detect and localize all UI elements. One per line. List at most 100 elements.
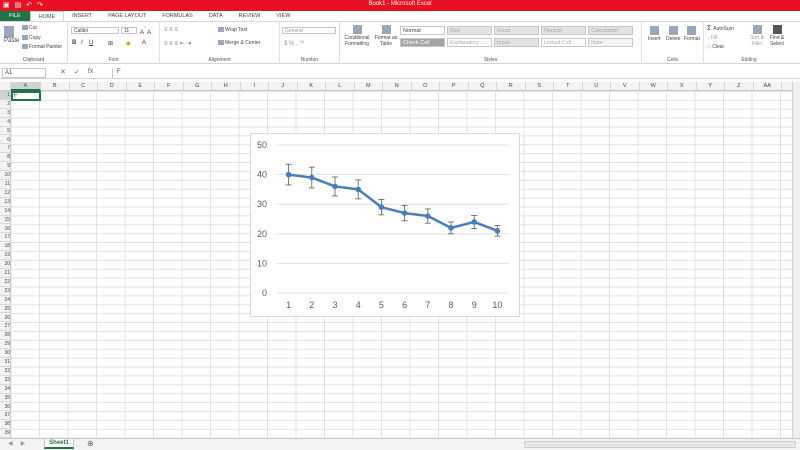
- row-header[interactable]: 10: [0, 171, 11, 180]
- tab-page-layout[interactable]: PAGE LAYOUT: [100, 11, 154, 21]
- paste-button[interactable]: Paste: [4, 26, 19, 44]
- style-explanatory[interactable]: Explanatory ...: [447, 38, 492, 47]
- row-header[interactable]: 17: [0, 233, 11, 243]
- font-size-select[interactable]: 11: [121, 27, 137, 34]
- column-header[interactable]: Y: [697, 82, 725, 91]
- copy-button[interactable]: Copy: [22, 35, 41, 41]
- row-header[interactable]: 24: [0, 296, 11, 305]
- wrap-text-button[interactable]: Wrap Text: [218, 27, 247, 33]
- style-normal[interactable]: Normal: [400, 26, 445, 35]
- style-neutral[interactable]: Neutral: [541, 26, 586, 35]
- column-header[interactable]: M: [355, 82, 383, 91]
- align-left-icon[interactable]: ≡ ≡ ≡ ⇤ ⇥: [164, 40, 191, 47]
- tab-file[interactable]: FILE: [0, 11, 30, 21]
- row-header[interactable]: 37: [0, 411, 11, 421]
- style-good[interactable]: Good: [494, 26, 539, 35]
- column-header[interactable]: Z: [725, 82, 754, 91]
- column-header[interactable]: J: [269, 82, 298, 91]
- delete-cells-button[interactable]: Delete: [666, 26, 680, 42]
- row-header[interactable]: 5: [0, 127, 11, 136]
- insert-function-icon[interactable]: fx: [88, 68, 93, 76]
- format-painter-button[interactable]: Format Painter: [22, 44, 62, 50]
- bold-button[interactable]: B: [72, 40, 76, 46]
- row-header[interactable]: 8: [0, 153, 11, 163]
- column-header[interactable]: W: [640, 82, 668, 91]
- cut-button[interactable]: Cut: [22, 25, 37, 31]
- row-header[interactable]: 38: [0, 420, 11, 430]
- row-header[interactable]: 29: [0, 340, 11, 350]
- cancel-icon[interactable]: ✕: [60, 68, 66, 76]
- row-header[interactable]: 26: [0, 314, 11, 323]
- select-all-corner[interactable]: [0, 82, 11, 91]
- add-sheet-icon[interactable]: ⊕: [87, 439, 94, 449]
- row-header[interactable]: 19: [0, 251, 11, 261]
- row-header[interactable]: 11: [0, 180, 11, 189]
- column-header[interactable]: C: [70, 82, 98, 91]
- row-header[interactable]: 16: [0, 225, 11, 234]
- row-header[interactable]: 22: [0, 278, 11, 287]
- align-top-icon[interactable]: ≡ ≡ ≡: [164, 27, 178, 33]
- tab-formulas[interactable]: FORMULAS: [154, 11, 201, 21]
- font-name-select[interactable]: Calibri: [71, 27, 119, 34]
- style-calculation[interactable]: Calculation: [588, 26, 633, 35]
- active-cell[interactable]: F: [11, 91, 41, 101]
- row-header[interactable]: 12: [0, 189, 11, 198]
- column-header[interactable]: G: [184, 82, 212, 91]
- column-header[interactable]: Q: [469, 82, 497, 91]
- fill-color-icon[interactable]: ◆: [126, 40, 131, 47]
- column-header[interactable]: H: [212, 82, 241, 91]
- merge-center-button[interactable]: Merge & Center: [218, 40, 260, 46]
- style-linked-cell[interactable]: Linked Cell: [541, 38, 586, 47]
- column-header[interactable]: I: [241, 82, 269, 91]
- column-header[interactable]: L: [326, 82, 355, 91]
- tab-view[interactable]: VIEW: [268, 11, 298, 21]
- column-header[interactable]: O: [412, 82, 440, 91]
- row-header[interactable]: 15: [0, 216, 11, 225]
- row-header[interactable]: 13: [0, 198, 11, 207]
- font-color-icon[interactable]: A: [142, 40, 146, 46]
- clear-button[interactable]: ◇ Clear: [707, 44, 724, 50]
- row-header[interactable]: 25: [0, 305, 11, 314]
- tab-data[interactable]: DATA: [201, 11, 231, 21]
- fill-button[interactable]: ↓ Fill: [707, 35, 717, 41]
- enter-icon[interactable]: ✓: [74, 68, 80, 76]
- column-header[interactable]: AA: [754, 82, 782, 91]
- column-header[interactable]: B: [41, 82, 70, 91]
- insert-cells-button[interactable]: Insert: [648, 26, 661, 42]
- find-select-button[interactable]: Find & Select: [767, 25, 787, 47]
- tab-review[interactable]: REVIEW: [231, 11, 269, 21]
- column-header[interactable]: P: [440, 82, 469, 91]
- column-header[interactable]: T: [554, 82, 583, 91]
- column-header[interactable]: V: [611, 82, 640, 91]
- column-header[interactable]: S: [526, 82, 554, 91]
- row-header[interactable]: 6: [0, 136, 11, 145]
- row-header[interactable]: 2: [0, 100, 11, 109]
- format-as-table-button[interactable]: Format as Table: [374, 25, 398, 47]
- italic-button[interactable]: I: [81, 40, 83, 46]
- column-header[interactable]: K: [298, 82, 326, 91]
- name-box[interactable]: A1: [2, 68, 46, 78]
- formula-input[interactable]: F: [112, 68, 798, 78]
- column-header[interactable]: E: [127, 82, 155, 91]
- horizontal-scrollbar[interactable]: [524, 441, 796, 448]
- borders-icon[interactable]: ⊞: [108, 40, 113, 47]
- row-header[interactable]: 31: [0, 358, 11, 367]
- next-sheet-icon[interactable]: ▶: [21, 439, 26, 449]
- row-header[interactable]: 30: [0, 349, 11, 358]
- row-header[interactable]: 34: [0, 385, 11, 394]
- vertical-scrollbar[interactable]: [792, 82, 800, 438]
- sheet-tab[interactable]: Sheet1: [44, 439, 74, 449]
- style-note[interactable]: Note: [588, 38, 633, 47]
- line-chart[interactable]: 0 10 20 30 40 50 1 2 3 4 5 6 7 8 9 10: [250, 133, 520, 317]
- row-header[interactable]: 28: [0, 331, 11, 341]
- row-header[interactable]: 7: [0, 144, 11, 154]
- row-header[interactable]: 18: [0, 242, 11, 252]
- row-header[interactable]: 27: [0, 322, 11, 332]
- row-header[interactable]: 39: [0, 429, 11, 438]
- column-header[interactable]: D: [98, 82, 127, 91]
- grow-font-icon[interactable]: Aˆ Aˇ: [140, 27, 153, 36]
- row-header[interactable]: 21: [0, 269, 11, 278]
- sort-filter-button[interactable]: Sort & Filter: [747, 25, 767, 47]
- autosum-button[interactable]: Σ AutoSum: [707, 25, 734, 32]
- row-header[interactable]: 14: [0, 207, 11, 216]
